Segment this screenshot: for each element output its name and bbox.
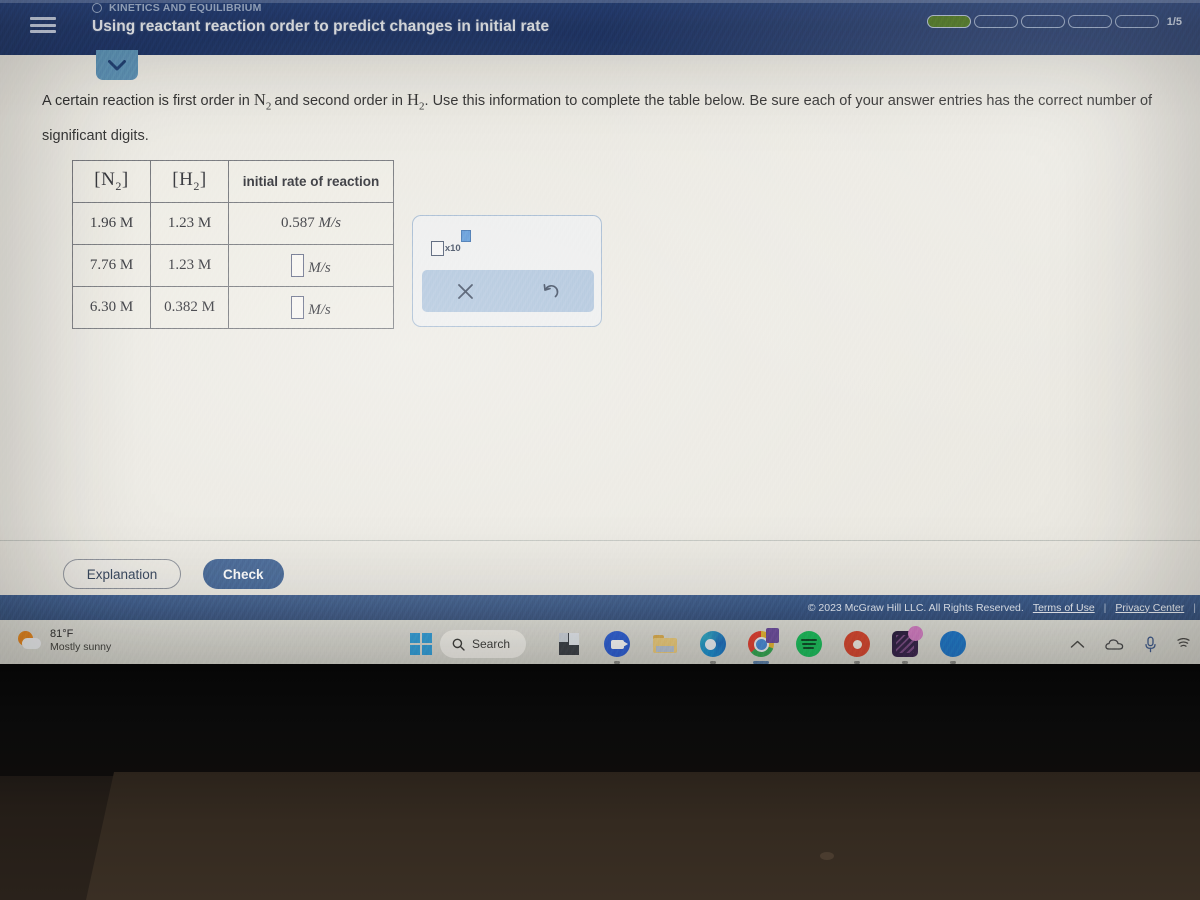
species-h2: H2 (407, 90, 425, 113)
cell-h2-2: 1.23 M (150, 244, 229, 287)
file-explorer-icon[interactable] (556, 631, 582, 657)
mantissa-placeholder-icon (431, 241, 444, 256)
monitor-stand-shelf (86, 772, 1200, 900)
progress-label: 1/5 (1166, 15, 1182, 28)
taskbar-app-icons (556, 620, 966, 668)
rate-unit-3: M/s (308, 302, 331, 318)
cell-n2-2: 7.76 M (72, 244, 151, 287)
page-footer: © 2023 McGraw Hill LLC. All Rights Reser… (0, 595, 1200, 620)
spotify-icon[interactable] (796, 631, 822, 657)
chrome-icon[interactable] (748, 628, 779, 664)
windows-start-icon[interactable] (410, 633, 432, 655)
progress-indicator: 1/5 (926, 15, 1182, 28)
cell-rate-3: M/s (228, 286, 394, 329)
copyright-text: © 2023 McGraw Hill LLC. All Rights Reser… (807, 601, 1024, 614)
progress-segment-5 (1114, 15, 1159, 28)
table-header-row: [N2] [H2] initial rate of reaction (72, 160, 394, 203)
blue-circle-icon[interactable] (940, 631, 966, 664)
progress-segment-3 (1020, 15, 1065, 28)
footer-separator-2: | (1193, 601, 1196, 614)
input-tool-palette: x10 (412, 215, 602, 327)
question-prompt: A certain reaction is first order in N2 a… (42, 85, 1192, 151)
close-x-icon (457, 283, 473, 299)
screen-area: KINETICS AND EQUILIBRIUM Using reactant … (0, 0, 1200, 668)
system-tray (1070, 620, 1196, 668)
monitor-bottom-bezel (0, 664, 1200, 776)
header-n2-concentration: [N2] (72, 160, 151, 203)
palette-action-row (422, 270, 594, 312)
table-row: 1.96 M 1.23 M 0.587 M/s (72, 202, 394, 245)
weather-temperature: 81°F (50, 628, 74, 640)
weather-condition: Mostly sunny (50, 641, 112, 653)
wifi-icon (1177, 638, 1190, 647)
red-circle-icon[interactable] (844, 631, 870, 664)
table-row: 7.76 M 1.23 M M/s (72, 244, 394, 287)
windows-taskbar: 81°F Mostly sunny Search (0, 620, 1200, 668)
dark-tile-icon[interactable] (892, 626, 923, 664)
scientific-notation-button[interactable]: x10 (431, 230, 471, 256)
search-icon (452, 638, 465, 651)
stand-highlight (820, 852, 834, 860)
search-label: Search (472, 637, 511, 651)
reaction-data-table: [N2] [H2] initial rate of reaction 1.96 … (72, 160, 394, 329)
onedrive-button[interactable] (1105, 638, 1124, 651)
prompt-part2: and second order in (274, 93, 403, 109)
rate-input-2[interactable] (291, 254, 305, 277)
app-header: KINETICS AND EQUILIBRIUM Using reactant … (0, 0, 1200, 55)
network-button[interactable] (1177, 638, 1190, 650)
topic-circle-icon (92, 3, 102, 13)
privacy-center-link[interactable]: Privacy Center (1115, 602, 1184, 614)
header-initial-rate: initial rate of reaction (228, 160, 394, 203)
table-row: 6.30 M 0.382 M M/s (72, 286, 394, 329)
progress-segment-1 (926, 15, 971, 28)
cell-rate-2: M/s (228, 244, 394, 287)
page-title: Using reactant reaction order to predict… (92, 18, 550, 35)
monitor-photo: KINETICS AND EQUILIBRIUM Using reactant … (0, 0, 1200, 900)
rate-unit-1: M/s (318, 215, 342, 231)
action-bar: Explanation Check (0, 540, 1200, 595)
undo-button[interactable] (508, 270, 594, 312)
terms-of-use-link[interactable]: Terms of Use (1033, 602, 1095, 614)
undo-arrow-icon (543, 283, 559, 298)
microphone-icon (1145, 636, 1156, 652)
video-camera-icon[interactable] (604, 631, 630, 664)
show-hidden-icons-button[interactable] (1070, 639, 1085, 650)
clear-button[interactable] (422, 270, 508, 312)
cell-h2-3: 0.382 M (150, 286, 229, 329)
screen-top-edge (0, 0, 1200, 3)
question-content: A certain reaction is first order in N2 a… (0, 55, 1200, 540)
hamburger-menu-icon[interactable] (30, 14, 56, 36)
footer-separator-1: | (1103, 601, 1107, 614)
cell-rate-1: 0.587 M/s (228, 202, 394, 245)
sun-cloud-icon (18, 630, 42, 652)
topic-label: KINETICS AND EQUILIBRIUM (109, 2, 262, 14)
folder-icon[interactable] (652, 631, 678, 657)
sci-notation-label: x10 (444, 243, 461, 254)
cell-n2-1: 1.96 M (72, 202, 151, 245)
header-h2-concentration: [H2] (150, 160, 229, 203)
rate-value-1: 0.587 (281, 215, 315, 231)
cloud-icon (1105, 638, 1124, 650)
chevron-up-icon (1070, 640, 1085, 648)
edge-icon[interactable] (700, 631, 726, 664)
taskbar-center: Search (410, 620, 527, 668)
microphone-button[interactable] (1144, 636, 1157, 653)
rate-unit-2: M/s (308, 260, 331, 276)
progress-segment-2 (973, 15, 1018, 28)
exponent-placeholder-icon (460, 230, 471, 242)
progress-segment-4 (1067, 15, 1112, 28)
prompt-part1: A certain reaction is first order in (42, 93, 250, 109)
cell-h2-1: 1.23 M (150, 202, 229, 245)
rate-input-3[interactable] (291, 296, 305, 319)
weather-widget[interactable]: 81°F Mostly sunny (18, 628, 111, 654)
species-n2: N2 (253, 90, 272, 113)
cell-n2-3: 6.30 M (72, 286, 151, 329)
progress-segments (926, 15, 1159, 28)
check-button[interactable]: Check (203, 559, 284, 589)
explanation-button[interactable]: Explanation (63, 559, 181, 589)
search-input[interactable]: Search (440, 630, 527, 658)
